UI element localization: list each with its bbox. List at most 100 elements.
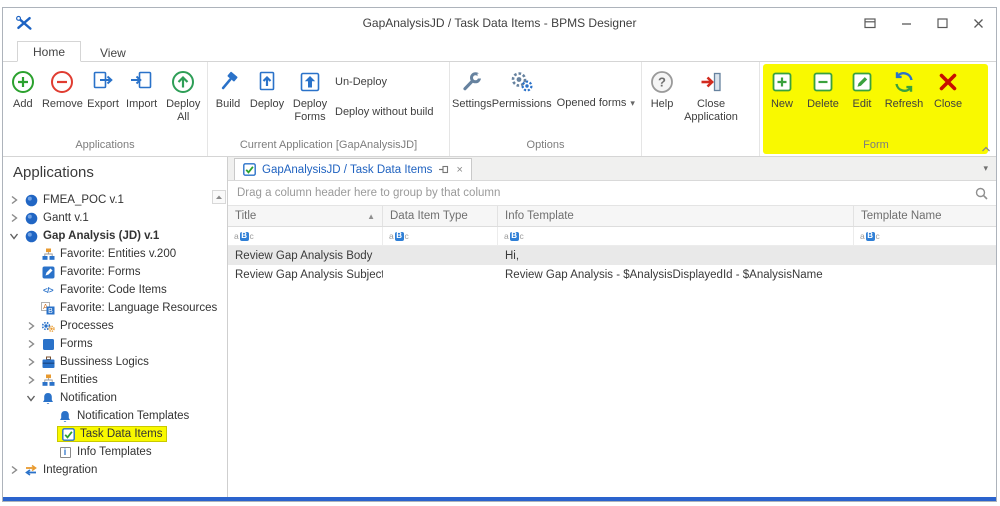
auto-filter-row: aBc aBc aBc aBc (228, 227, 996, 246)
chevron-right-icon[interactable] (8, 213, 19, 223)
applications-tree: FMEA_POC v.1 Gantt v.1 Gap Analysis (JD)… (3, 187, 227, 497)
tree-item-task-data-items[interactable]: Task Data Items (3, 425, 227, 443)
cell-template-name[interactable] (854, 246, 996, 265)
filter-cell-template-name[interactable]: aBc (854, 227, 996, 245)
maximize-button[interactable] (924, 10, 960, 36)
tree-item-bussiness-logics[interactable]: Bussiness Logics (3, 353, 227, 371)
tree-item-favorite-entities[interactable]: Favorite: Entities v.200 (3, 245, 227, 263)
cell-data-item-type[interactable] (383, 246, 498, 265)
tree-item-forms[interactable]: Forms (3, 335, 227, 353)
group-label-current-application: Current Application [GapAnalysisJD] (239, 139, 418, 151)
cell-title[interactable]: Review Gap Analysis Subject (228, 265, 383, 284)
chevron-right-icon[interactable] (25, 357, 36, 367)
close-tab-icon[interactable]: × (456, 164, 462, 176)
tree-item-gap-analysis[interactable]: Gap Analysis (JD) v.1 (3, 227, 227, 245)
tab-list-dropdown-icon[interactable]: ▾ (983, 163, 988, 174)
build-button[interactable]: Build (210, 67, 246, 139)
chevron-down-icon[interactable] (25, 393, 36, 403)
document-tab[interactable]: GapAnalysisJD / Task Data Items × (234, 158, 472, 180)
tree-item-label: Favorite: Language Resources (60, 302, 218, 314)
svg-text:?: ? (658, 75, 666, 90)
chevron-right-icon[interactable] (8, 195, 19, 205)
tree-item-favorite-code-items[interactable]: </> Favorite: Code Items (3, 281, 227, 299)
main-panel: GapAnalysisJD / Task Data Items × ▾ Drag… (228, 157, 996, 497)
chevron-right-icon[interactable] (25, 375, 36, 385)
entities-icon (40, 374, 56, 387)
add-button[interactable]: Add (5, 67, 41, 139)
sidebar-title: Applications (13, 164, 94, 181)
help-button[interactable]: ? Help (644, 67, 680, 139)
group-label-form: Form (863, 139, 889, 151)
deploy-without-build-button[interactable]: Deploy without build (335, 106, 433, 118)
permissions-button[interactable]: Permissions (492, 67, 552, 139)
chevron-right-icon[interactable] (8, 465, 19, 475)
close-application-button[interactable]: Close Application (680, 67, 742, 139)
tree-item-integration[interactable]: Integration (3, 461, 227, 479)
refresh-button[interactable]: Refresh (880, 67, 928, 139)
button-label: Help (650, 98, 674, 110)
opened-forms-dropdown[interactable]: Opened forms ▾ (557, 97, 635, 109)
pin-icon[interactable] (438, 164, 450, 175)
new-button[interactable]: New (762, 67, 802, 139)
chevron-right-icon[interactable] (25, 339, 36, 349)
group-by-panel[interactable]: Drag a column header here to group by th… (228, 181, 996, 206)
minimize-button[interactable] (888, 10, 924, 36)
text-filter-icon: aBc (504, 230, 524, 241)
edit-pencil-icon (849, 69, 875, 95)
tree-item-gantt[interactable]: Gantt v.1 (3, 209, 227, 227)
deploy-links: Un-Deploy Deploy without build (335, 67, 433, 139)
chevron-down-icon[interactable] (8, 231, 19, 241)
cell-title[interactable]: Review Gap Analysis Body (228, 246, 383, 265)
tab-home[interactable]: Home (17, 41, 82, 62)
column-header-data-item-type[interactable]: Data Item Type (383, 206, 498, 226)
remove-button[interactable]: Remove (41, 67, 85, 139)
chevron-right-icon[interactable] (25, 321, 36, 331)
tree-item-info-templates[interactable]: i Info Templates (3, 443, 227, 461)
integration-icon (23, 464, 39, 476)
layout-icon[interactable] (852, 10, 888, 36)
column-header-info-template[interactable]: Info Template (498, 206, 854, 226)
button-label: Deploy (249, 98, 285, 110)
table-row[interactable]: Review Gap Analysis Subject Review Gap A… (228, 265, 996, 284)
deploy-all-button[interactable]: Deploy All (161, 67, 205, 139)
search-icon[interactable] (975, 187, 988, 200)
wrench-icon (459, 69, 485, 95)
tab-view[interactable]: View (85, 43, 141, 62)
tree-item-notification[interactable]: Notification (3, 389, 227, 407)
un-deploy-button[interactable]: Un-Deploy (335, 76, 433, 88)
ribbon-tab-row: Home View (3, 38, 996, 62)
import-button[interactable]: Import (122, 67, 162, 139)
tree-item-label: Forms (60, 338, 93, 350)
tree-item-label: Favorite: Forms (60, 266, 141, 278)
tree-item-favorite-language-resources[interactable]: AB Favorite: Language Resources (3, 299, 227, 317)
column-header-template-name[interactable]: Template Name (854, 206, 996, 226)
deploy-button[interactable]: Deploy (246, 67, 288, 139)
close-form-button[interactable]: Close (928, 67, 968, 139)
scrollbar-up-button[interactable] (212, 190, 226, 204)
close-window-button[interactable] (960, 10, 996, 36)
table-row[interactable]: Review Gap Analysis Body Hi, (228, 246, 996, 265)
entities-icon (40, 248, 56, 261)
form-pencil-icon (40, 266, 56, 279)
tree-item-processes[interactable]: Processes (3, 317, 227, 335)
delete-button[interactable]: Delete (802, 67, 844, 139)
tree-item-label: Bussiness Logics (60, 356, 149, 368)
export-button[interactable]: Export (84, 67, 122, 139)
column-header-title[interactable]: Title ▲ (228, 206, 383, 226)
text-filter-icon: aBc (860, 230, 880, 241)
filter-cell-info-template[interactable]: aBc (498, 227, 854, 245)
tree-item-entities[interactable]: Entities (3, 371, 227, 389)
cell-info-template[interactable]: Hi, (498, 246, 854, 265)
tree-item-fmea-poc[interactable]: FMEA_POC v.1 (3, 191, 227, 209)
tree-item-favorite-forms[interactable]: Favorite: Forms (3, 263, 227, 281)
cell-template-name[interactable] (854, 265, 996, 284)
button-label: Import (126, 98, 158, 110)
cell-data-item-type[interactable] (383, 265, 498, 284)
filter-cell-title[interactable]: aBc (228, 227, 383, 245)
tree-item-notification-templates[interactable]: Notification Templates (3, 407, 227, 425)
settings-button[interactable]: Settings (452, 67, 492, 139)
filter-cell-data-item-type[interactable]: aBc (383, 227, 498, 245)
deploy-forms-button[interactable]: Deploy Forms (288, 67, 332, 139)
cell-info-template[interactable]: Review Gap Analysis - $AnalysisDisplayed… (498, 265, 854, 284)
edit-button[interactable]: Edit (844, 67, 880, 139)
